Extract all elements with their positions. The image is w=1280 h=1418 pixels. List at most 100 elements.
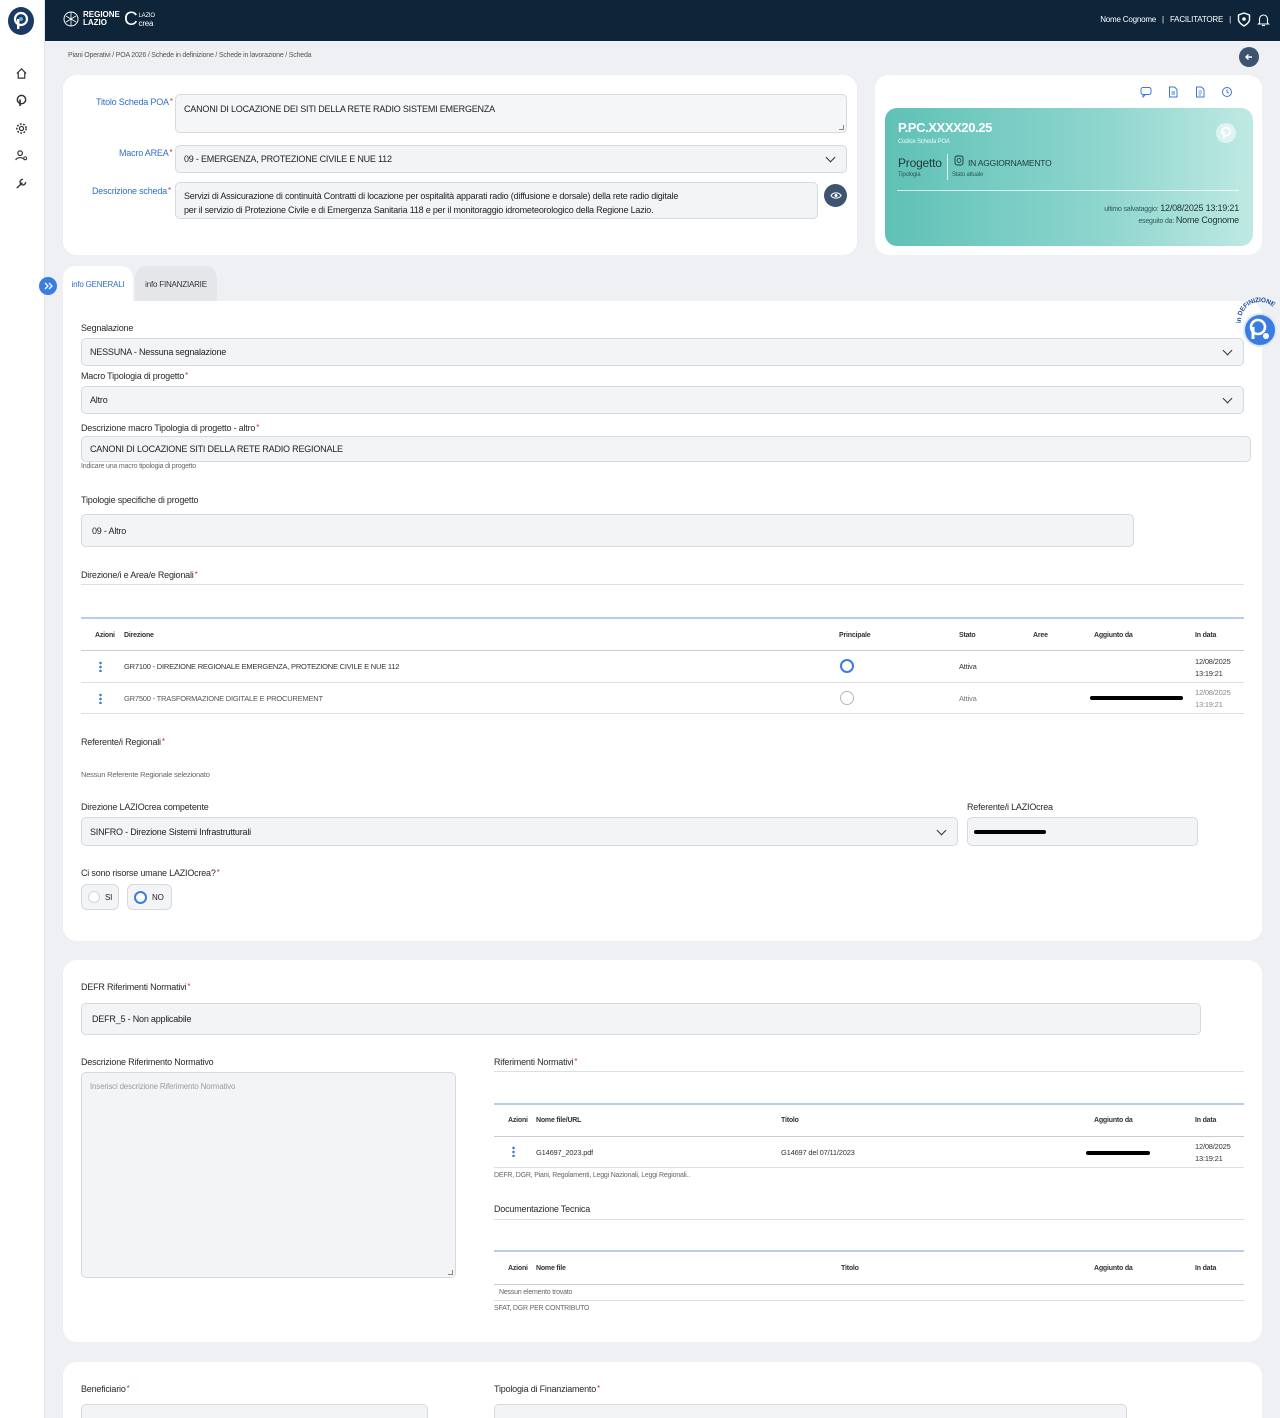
chevron-down-icon <box>1222 345 1233 356</box>
bell-icon[interactable] <box>1257 13 1270 27</box>
view-description-button[interactable] <box>824 184 847 207</box>
resize-handle-icon[interactable] <box>448 1270 453 1275</box>
col-aggiunto-da[interactable]: Aggiunto da <box>1094 1117 1133 1124</box>
riferimenti-card: DEFR Riferimenti Normativi* DEFR_5 - Non… <box>63 960 1262 1342</box>
tipologie-label: Tipologie specifiche di progetto <box>81 495 199 505</box>
col-principale[interactable]: Principale <box>839 632 871 639</box>
definizione-badge: in DEFINIZIONE <box>1236 297 1280 355</box>
table-header-line <box>494 1284 1244 1285</box>
rif-search-input[interactable] <box>494 1072 1244 1103</box>
back-button[interactable] <box>1239 47 1259 67</box>
regione-lazio-logo[interactable]: REGIONE LAZIO <box>63 11 120 27</box>
titolo-input[interactable]: CANONI DI LOCAZIONE DEI SITI DELLA RETE … <box>175 94 847 133</box>
macro-area-label: Macro AREA* <box>119 148 173 158</box>
rif-label: Riferimenti Normativi* <box>494 1057 578 1067</box>
document-icon[interactable] <box>1194 86 1206 98</box>
user-settings-icon[interactable] <box>13 147 29 163</box>
referenti-empty: Nessun Referente Regionale selezionato <box>81 770 210 779</box>
user-role[interactable]: FACILITATORE <box>1170 15 1223 24</box>
col-titolo[interactable]: Titolo <box>841 1265 859 1272</box>
row-file[interactable]: G14697_2023.pdf <box>536 1148 593 1157</box>
descrizione-input[interactable]: Servizi di Assicurazione di continuità C… <box>175 182 818 219</box>
col-aggiunto-da[interactable]: Aggiunto da <box>1094 1265 1133 1272</box>
status-panel: P.PC.XXXX20.25 Codice Scheda POA Progett… <box>885 108 1253 246</box>
brand1-line2: LAZIO <box>83 18 107 27</box>
shield-icon[interactable] <box>1237 12 1251 27</box>
tipologia-fin-select[interactable] <box>494 1404 1127 1418</box>
tab-info-generali[interactable]: info GENERALI <box>63 266 133 302</box>
breadcrumb[interactable]: Piani Operativi / POA 2026 / Schede in d… <box>68 52 312 59</box>
macro-area-select[interactable]: 09 - EMERGENZA, PROTEZIONE CIVILE E NUE … <box>175 145 847 173</box>
risorse-si-option[interactable]: SI <box>81 884 119 910</box>
row-direzione: GR7100 - DIREZIONE REGIONALE EMERGENZA, … <box>124 662 400 671</box>
definizione-badge-arc: in DEFINIZIONE <box>1236 297 1277 347</box>
row-actions-kebab-icon[interactable] <box>99 661 102 672</box>
doc-empty: Nessun elemento trovato <box>499 1289 573 1296</box>
col-azioni: Azioni <box>508 1117 528 1124</box>
pdf-export-icon[interactable] <box>1167 86 1179 98</box>
col-in-data[interactable]: In data <box>1195 1117 1216 1124</box>
titolo-label: Titolo Scheda POA* <box>96 97 173 107</box>
scheda-code: P.PC.XXXX20.25 <box>898 120 992 135</box>
macro-tipologia-label: Macro Tipologia di progetto* <box>81 371 189 381</box>
doc-search-input[interactable] <box>494 1220 1244 1250</box>
direzione-laziocrea-label: Direzione LAZIOcrea competente <box>81 802 209 812</box>
poa-icon[interactable] <box>13 92 29 108</box>
macro-tipologia-select[interactable]: Altro <box>81 386 1244 414</box>
radio-no-selected[interactable] <box>134 890 147 904</box>
tipologie-select[interactable]: 09 - Altro <box>81 514 1134 547</box>
segnalazione-select[interactable]: NESSUNA - Nessuna segnalazione <box>81 338 1244 366</box>
radio-si[interactable] <box>88 891 100 903</box>
row-stato: Attiva <box>959 662 977 671</box>
history-icon[interactable] <box>1221 86 1233 98</box>
tipologia-fin-label: Tipologia di Finanziamento* <box>494 1384 600 1394</box>
laziocrea-logo[interactable]: C LAZIO crea <box>124 10 155 29</box>
arrow-left-icon <box>1245 54 1252 60</box>
wrench-icon[interactable] <box>13 175 29 191</box>
row-actions-kebab-icon[interactable] <box>99 693 102 704</box>
desc-macro-input[interactable]: CANONI DI LOCAZIONE SITI DELLA RETE RADI… <box>81 436 1251 462</box>
home-icon[interactable] <box>13 65 29 81</box>
comment-icon[interactable] <box>1140 86 1152 98</box>
scheda-header-card: Titolo Scheda POA* CANONI DI LOCAZIONE D… <box>63 75 857 255</box>
save-info: ultimo salvataggio: 12/08/2025 13:19:21 … <box>1104 203 1239 227</box>
referenti-label: Referente/i Regionali* <box>81 737 165 747</box>
descrizione-line2: per il servizio di Protezione Civile e d… <box>184 205 654 215</box>
col-azioni: Azioni <box>508 1265 528 1272</box>
rif-search-underline <box>494 1103 1244 1105</box>
tab-info-finanziarie[interactable]: info FINANZIARIE <box>135 266 217 302</box>
app-logo[interactable] <box>8 7 34 35</box>
row-actions-kebab-icon[interactable] <box>512 1146 515 1157</box>
desc-rif-textarea[interactable]: Inserisci descrizione Riferimento Normat… <box>81 1072 456 1278</box>
beneficiario-label: Beneficiario* <box>81 1384 130 1394</box>
principale-radio[interactable] <box>840 691 854 705</box>
col-nome-file[interactable]: Nome file <box>536 1265 566 1272</box>
col-aree[interactable]: Aree <box>1033 632 1048 639</box>
user-name[interactable]: Nome Cognome <box>1100 15 1156 24</box>
direzione-laziocrea-select[interactable]: SINFRO - Direzione Sistemi Infrastruttur… <box>81 817 958 846</box>
risorse-no-option[interactable]: NO <box>127 884 172 910</box>
chevron-down-icon <box>936 825 947 836</box>
direzioni-search-input[interactable] <box>81 585 1244 617</box>
doc-hint: SFAT, DGR PER CONTRIBUTO <box>494 1305 590 1312</box>
col-titolo[interactable]: Titolo <box>781 1117 799 1124</box>
col-in-data[interactable]: In data <box>1195 632 1216 639</box>
tab-label: info FINANZIARIE <box>145 279 207 289</box>
col-aggiunto-da[interactable]: Aggiunto da <box>1094 632 1133 639</box>
descrizione-line1: Servizi di Assicurazione di continuità C… <box>184 191 679 201</box>
col-stato[interactable]: Stato <box>959 632 976 639</box>
by-value: Nome Cognome <box>1175 215 1239 225</box>
gear-icon[interactable] <box>13 120 29 136</box>
beneficiario-select[interactable] <box>81 1404 428 1418</box>
principale-radio-selected[interactable] <box>840 659 854 673</box>
col-nome-file[interactable]: Nome file/URL <box>536 1117 581 1124</box>
defr-select[interactable]: DEFR_5 - Non applicabile <box>81 1003 1201 1035</box>
stato-value: IN AGGIORNAMENTO <box>968 158 1052 168</box>
chevron-down-icon <box>1222 393 1233 404</box>
double-chevron-right-icon <box>44 282 53 290</box>
resize-handle-icon[interactable] <box>839 125 844 130</box>
col-in-data[interactable]: In data <box>1195 1265 1216 1272</box>
expand-panel-button[interactable] <box>39 277 57 295</box>
stato-caption: Stato attuale <box>952 172 984 178</box>
col-direzione[interactable]: Direzione <box>124 632 154 639</box>
